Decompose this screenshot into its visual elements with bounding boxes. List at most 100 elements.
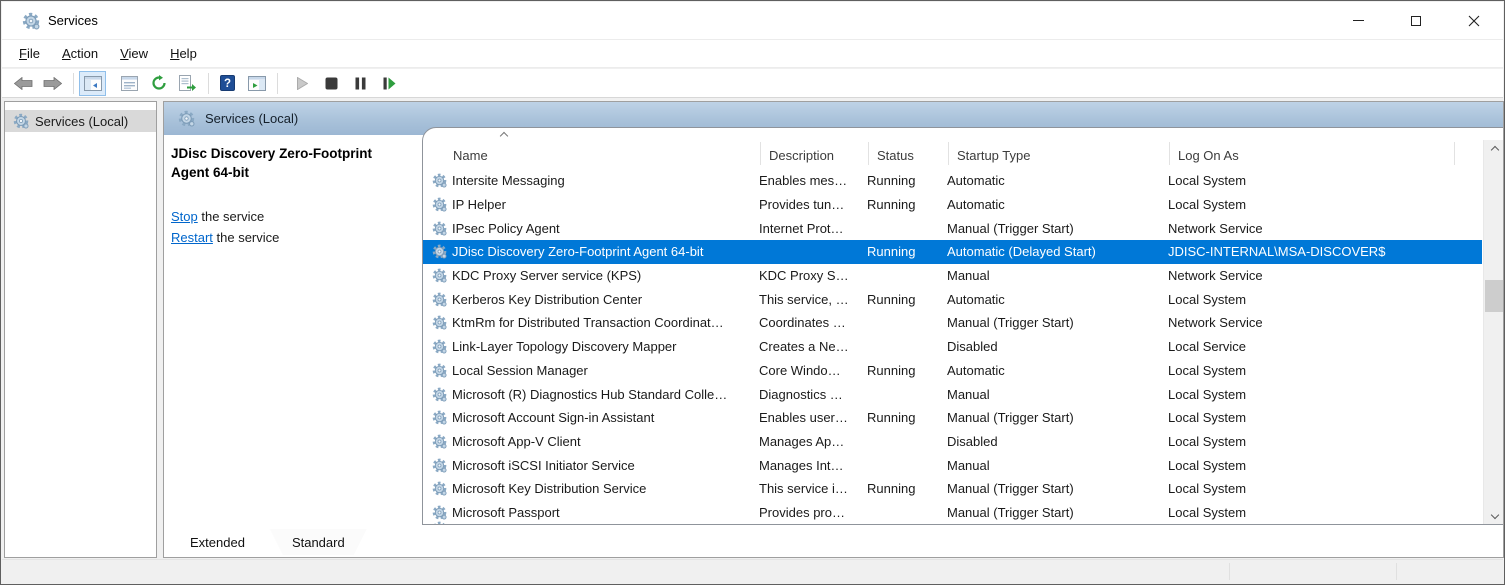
start-service-button[interactable] <box>289 71 316 96</box>
restart-service-button[interactable] <box>376 71 403 96</box>
menu-file[interactable]: File <box>8 42 51 65</box>
panel-header-title: Services (Local) <box>205 111 298 126</box>
cell-log-on-as: Network Service <box>1168 315 1482 330</box>
table-row[interactable]: Microsoft iSCSI Initiator ServiceManages… <box>423 453 1482 477</box>
maximize-button[interactable] <box>1387 2 1445 39</box>
cell-log-on-as: Local Service <box>1168 339 1482 354</box>
back-button[interactable] <box>10 71 37 96</box>
sort-ascending-icon <box>501 131 508 138</box>
service-gear-icon <box>432 505 447 520</box>
table-row[interactable]: KtmRm for Distributed Transaction Coordi… <box>423 311 1482 335</box>
table-row[interactable]: KDC Proxy Server service (KPS)KDC Proxy … <box>423 264 1482 288</box>
column-separator[interactable] <box>1169 142 1170 165</box>
column-separator[interactable] <box>760 142 761 165</box>
back-icon <box>14 77 33 90</box>
table-row[interactable]: Intersite MessagingEnables mes…RunningAu… <box>423 169 1482 193</box>
cell-log-on-as: Network Service <box>1168 221 1482 236</box>
cell-description: Provides tun… <box>759 197 867 212</box>
cell-description: KDC Proxy S… <box>759 268 867 283</box>
scroll-down-button[interactable] <box>1484 507 1504 524</box>
services-window: Services File Action View Help <box>0 0 1505 585</box>
tree-item-services-local[interactable]: Services (Local) <box>5 110 156 132</box>
export-list-icon <box>179 75 196 91</box>
cell-description: Enables mes… <box>759 173 867 188</box>
service-gear-icon <box>432 481 447 496</box>
menu-help[interactable]: Help <box>159 42 208 65</box>
refresh-button[interactable] <box>145 71 172 96</box>
table-row[interactable]: IPsec Policy AgentInternet Prot…Manual (… <box>423 216 1482 240</box>
vertical-scrollbar[interactable] <box>1483 140 1503 524</box>
close-button[interactable] <box>1445 2 1503 39</box>
cell-log-on-as: Local System <box>1168 173 1482 188</box>
column-header-startup-type[interactable]: Startup Type <box>957 148 1030 163</box>
service-gear-icon <box>432 292 447 307</box>
table-row[interactable]: Microsoft Key Distribution ServiceThis s… <box>423 477 1482 501</box>
cell-startup-type: Manual <box>947 387 1168 402</box>
column-header-status[interactable]: Status <box>877 148 914 163</box>
minimize-button[interactable] <box>1329 2 1387 39</box>
restart-service-link[interactable]: Restart <box>171 230 213 245</box>
table-row[interactable]: Link-Layer Topology Discovery MapperCrea… <box>423 335 1482 359</box>
column-header-name[interactable]: Name <box>453 148 488 163</box>
stop-service-button[interactable] <box>318 71 345 96</box>
table-row[interactable]: JDisc Discovery Zero-Footprint Agent 64-… <box>423 240 1482 264</box>
tab-extended[interactable]: Extended <box>168 529 267 555</box>
tab-standard[interactable]: Standard <box>270 529 367 555</box>
forward-button[interactable] <box>39 71 66 96</box>
export-list-button[interactable] <box>174 71 201 96</box>
menu-bar: File Action View Help <box>2 39 1503 68</box>
cell-log-on-as: Local System <box>1168 387 1482 402</box>
table-row[interactable]: Microsoft (R) Diagnostics Hub Standard C… <box>423 382 1482 406</box>
cell-status: Running <box>867 363 947 378</box>
column-header-log-on-as[interactable]: Log On As <box>1178 148 1239 163</box>
toolbar-separator <box>73 73 74 94</box>
cell-startup-type: Automatic (Delayed Start) <box>947 244 1168 259</box>
menu-action[interactable]: Action <box>51 42 109 65</box>
pause-service-button[interactable] <box>347 71 374 96</box>
table-row[interactable]: Microsoft App-V ClientManages Ap…Disable… <box>423 430 1482 454</box>
cell-name: Microsoft App-V Client <box>423 434 759 449</box>
table-row[interactable]: Microsoft Account Sign-in AssistantEnabl… <box>423 406 1482 430</box>
services-gear-icon <box>13 113 29 129</box>
service-actions: Stop the service Restart the service <box>171 206 416 248</box>
cell-log-on-as: Local System <box>1168 292 1482 307</box>
cell-startup-type: Automatic <box>947 197 1168 212</box>
show-console-tree-button[interactable] <box>79 71 106 96</box>
properties-button[interactable] <box>116 71 143 96</box>
selected-service-title: JDisc Discovery Zero-Footprint Agent 64-… <box>171 144 403 182</box>
cell-status: Running <box>867 173 947 188</box>
stop-service-link[interactable]: Stop <box>171 209 198 224</box>
toolbar: ? <box>2 69 1503 98</box>
table-row[interactable]: IP HelperProvides tun…RunningAutomaticLo… <box>423 193 1482 217</box>
services-rows: Intersite MessagingEnables mes…RunningAu… <box>423 169 1482 524</box>
scrollbar-thumb[interactable] <box>1485 280 1503 312</box>
toolbar-separator <box>208 73 209 94</box>
cell-log-on-as: Local System <box>1168 481 1482 496</box>
table-row[interactable]: Kerberos Key Distribution CenterThis ser… <box>423 287 1482 311</box>
column-header-description[interactable]: Description <box>769 148 834 163</box>
services-app-icon <box>22 12 40 30</box>
restart-service-rest: the service <box>213 230 279 245</box>
cell-status: Running <box>867 292 947 307</box>
cell-startup-type: Automatic <box>947 173 1168 188</box>
service-gear-icon <box>432 221 447 236</box>
show-action-pane-button[interactable] <box>243 71 270 96</box>
help-button[interactable]: ? <box>214 71 241 96</box>
service-gear-icon <box>432 244 447 259</box>
table-row[interactable]: Local Session ManagerCore Windo…RunningA… <box>423 359 1482 383</box>
status-bar-separator <box>1396 563 1397 580</box>
column-separator[interactable] <box>1454 142 1455 165</box>
column-separator[interactable] <box>868 142 869 165</box>
properties-icon <box>121 76 138 91</box>
restart-service-icon <box>383 77 396 90</box>
menu-view[interactable]: View <box>109 42 159 65</box>
scroll-up-button[interactable] <box>1484 140 1504 157</box>
column-separator[interactable] <box>948 142 949 165</box>
svg-text:?: ? <box>224 78 231 90</box>
cell-startup-type: Manual (Trigger Start) <box>947 505 1168 520</box>
cell-log-on-as: Network Service <box>1168 268 1482 283</box>
table-row[interactable]: Microsoft PassportProvides pro…Manual (T… <box>423 501 1482 524</box>
cell-description: This service, … <box>759 292 867 307</box>
list-header: Name Description Status Startup Type Log… <box>423 128 1503 169</box>
toolbar-separator <box>277 73 278 94</box>
